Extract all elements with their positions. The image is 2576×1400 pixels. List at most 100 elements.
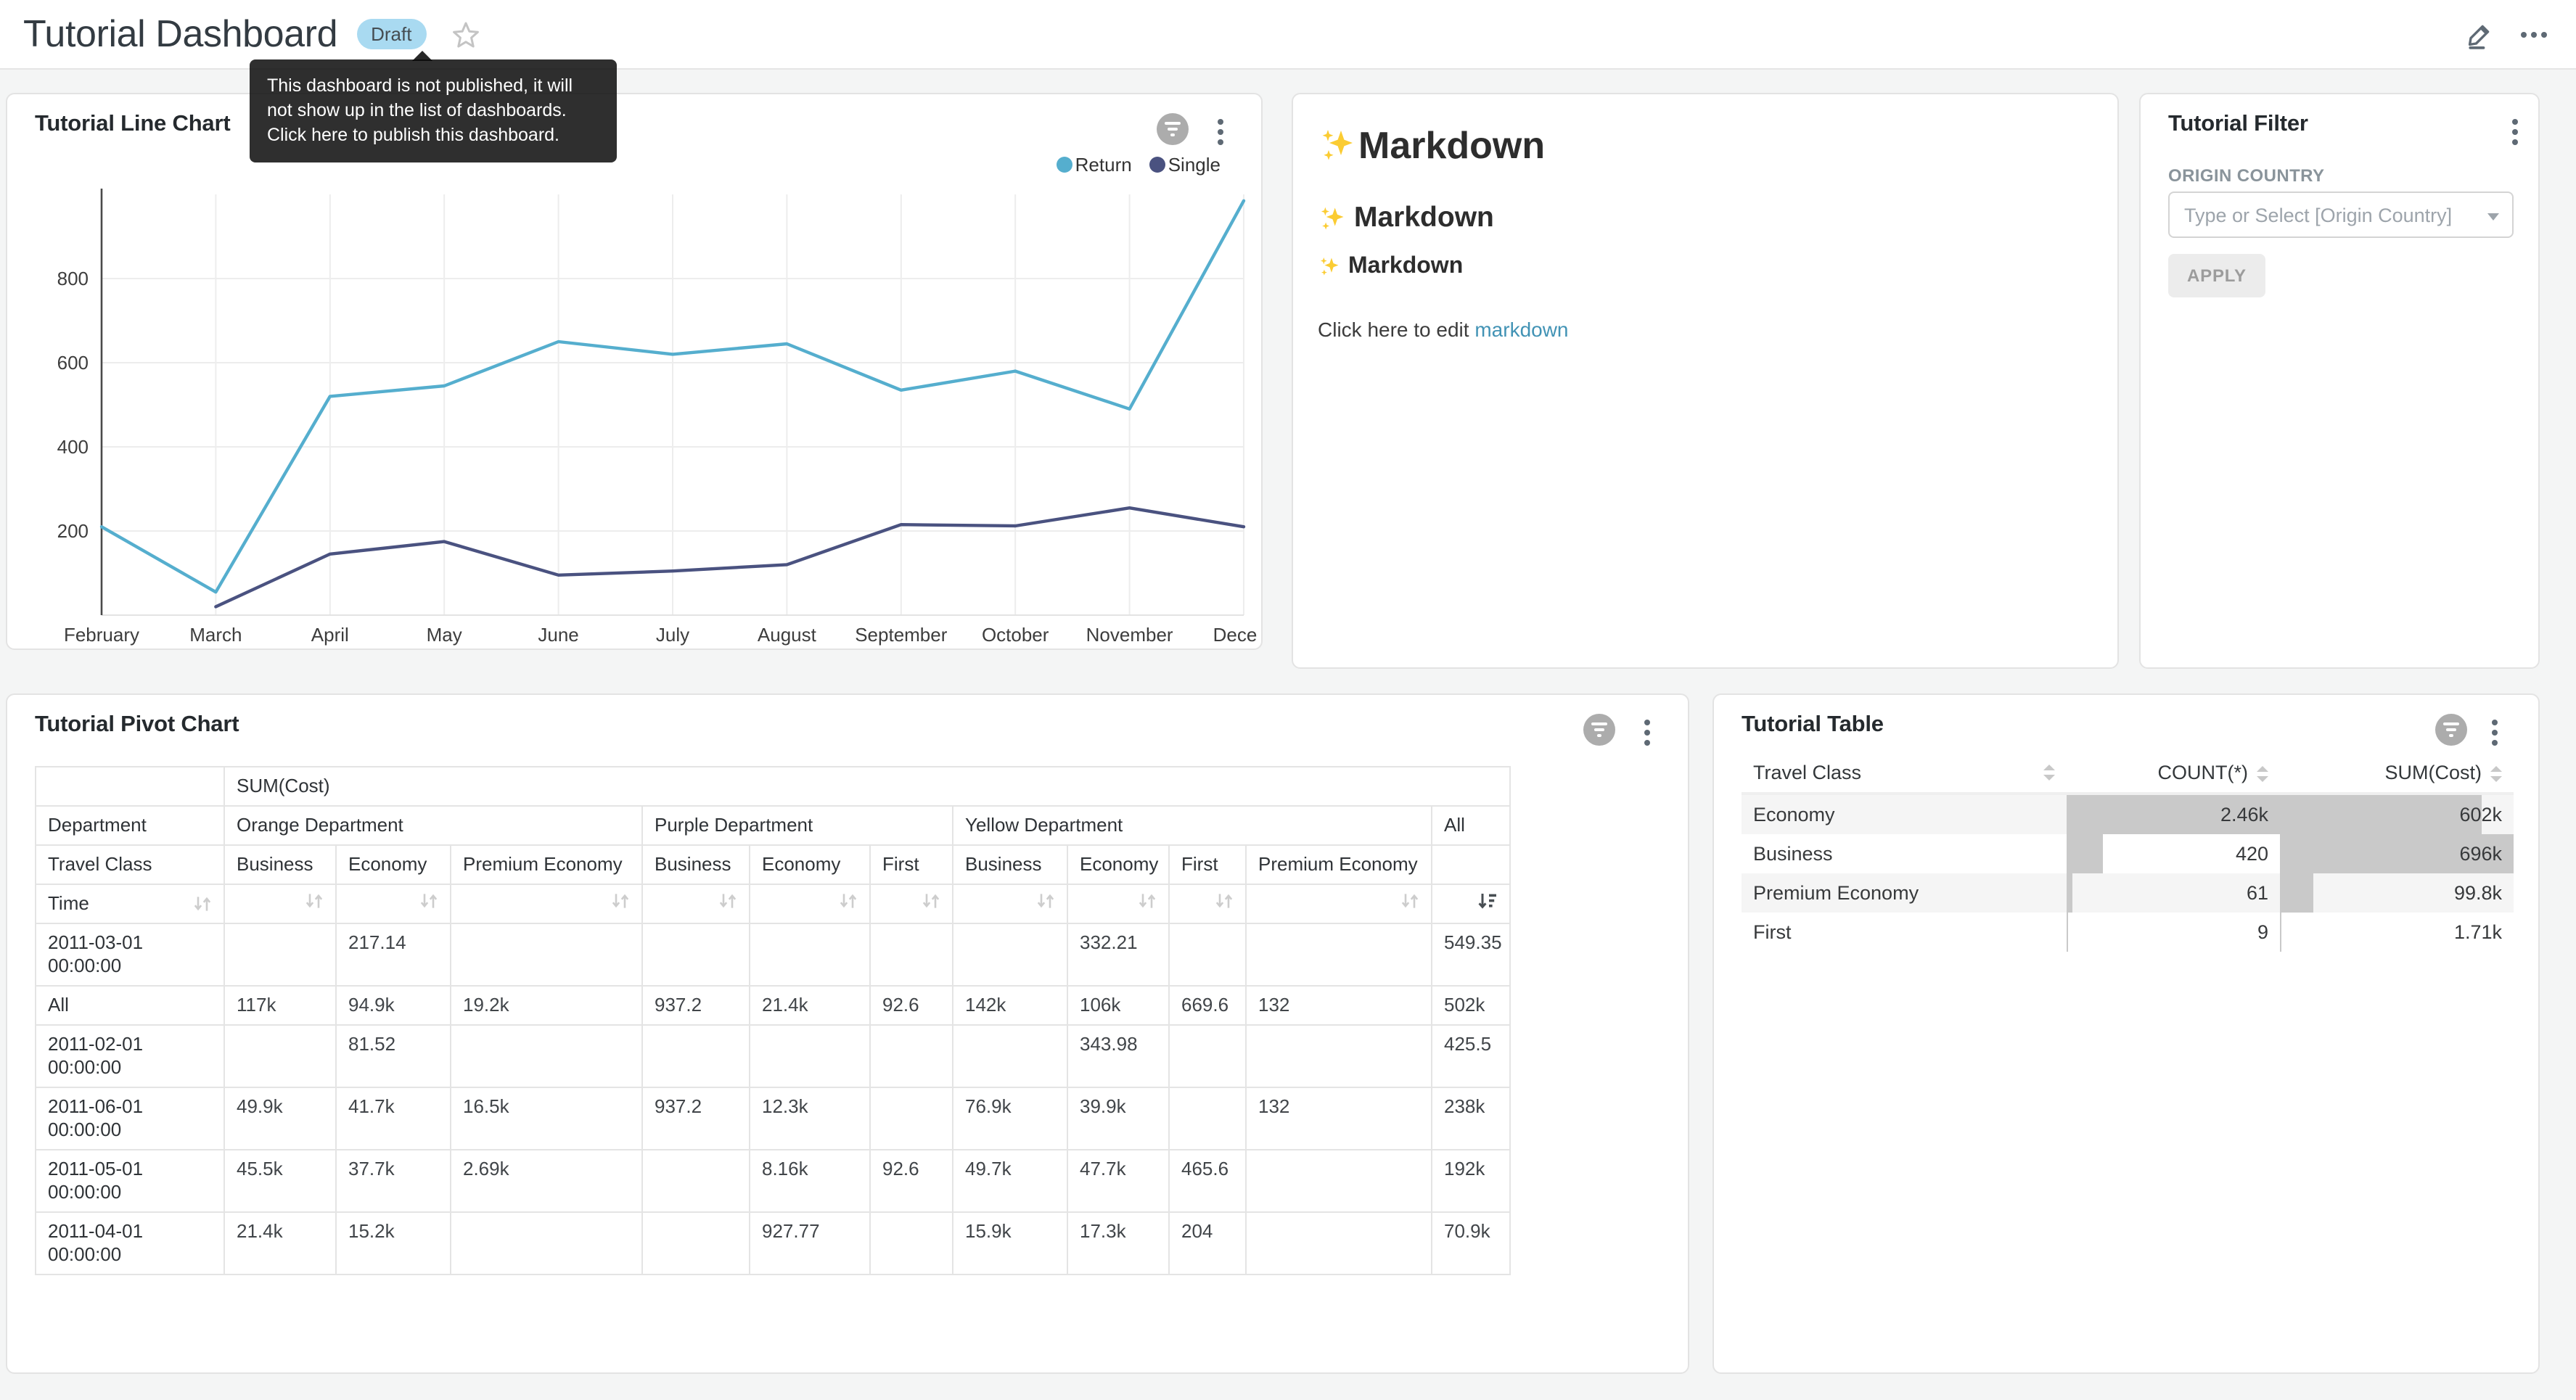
pivot-value-cell: 106k xyxy=(1067,986,1169,1025)
sort-icon[interactable] xyxy=(1036,892,1055,910)
x-tick-label: November xyxy=(1086,624,1173,646)
apply-button[interactable]: APPLY xyxy=(2168,254,2265,297)
filter-indicator-icon[interactable] xyxy=(2435,714,2467,746)
sort-icon[interactable] xyxy=(193,895,212,913)
sort-icon[interactable] xyxy=(305,892,324,910)
pivot-value-cell: 204 xyxy=(1169,1212,1246,1275)
sort-carets-icon[interactable] xyxy=(2257,766,2268,781)
sort-icon[interactable] xyxy=(611,892,630,910)
pivot-column-header xyxy=(1432,845,1510,884)
series-line-single xyxy=(216,508,1244,606)
favorite-star-icon[interactable] xyxy=(451,20,480,49)
kebab-menu-icon[interactable] xyxy=(2489,717,2501,749)
sum-cost-cell: 602k xyxy=(2280,794,2514,834)
pivot-value-cell: 465.6 xyxy=(1169,1150,1246,1212)
ellipsis-horizontal-icon[interactable] xyxy=(2512,13,2556,57)
table-row: Business420696k xyxy=(1742,834,2514,873)
pivot-column-header: Business xyxy=(953,845,1067,884)
pivot-value-cell: 15.2k xyxy=(336,1212,451,1275)
pivot-column-header: Premium Economy xyxy=(1246,845,1432,884)
pivot-corner-cell xyxy=(36,767,224,806)
filter-indicator-icon[interactable] xyxy=(1583,714,1615,746)
pivot-row-label: 2011-06-0100:00:00 xyxy=(36,1087,224,1150)
pivot-time-header: Time xyxy=(36,884,224,923)
pivot-sort-cell xyxy=(1169,884,1246,923)
sum-data-bar xyxy=(2280,873,2313,913)
x-tick-label: August xyxy=(758,624,817,646)
pivot-value-cell: 217.14 xyxy=(336,923,451,986)
sort-carets-icon[interactable] xyxy=(2490,766,2502,781)
pivot-column-header: Business xyxy=(642,845,750,884)
pivot-chart-title: Tutorial Pivot Chart xyxy=(35,712,239,738)
table-row: Economy2.46k602k xyxy=(1742,794,2514,834)
header-actions xyxy=(2457,0,2576,70)
column-header-label: COUNT(*) xyxy=(2158,762,2249,783)
sort-descending-icon[interactable] xyxy=(1477,892,1498,910)
pivot-sort-cell xyxy=(224,884,336,923)
pivot-row-label: 2011-05-0100:00:00 xyxy=(36,1150,224,1212)
column-header-count[interactable]: COUNT(*) xyxy=(2067,753,2280,794)
pivot-value-cell: 49.7k xyxy=(953,1150,1067,1212)
kebab-menu-icon[interactable] xyxy=(1641,717,1653,749)
x-tick-label: Dece xyxy=(1213,624,1258,646)
column-header-travel-class[interactable]: Travel Class xyxy=(1742,753,2067,794)
table-row: 2011-04-0100:00:0021.4k15.2k927.7715.9k1… xyxy=(36,1212,1510,1275)
pivot-value-cell: 937.2 xyxy=(642,1087,750,1150)
x-tick-label: June xyxy=(538,624,578,646)
travel-class-cell: First xyxy=(1742,913,2067,952)
table-row: All117k94.9k19.2k937.221.4k92.6142k106k6… xyxy=(36,986,1510,1025)
sort-carets-icon[interactable] xyxy=(2043,765,2055,781)
x-tick-label: July xyxy=(656,624,689,646)
sort-icon[interactable] xyxy=(718,892,737,910)
pivot-column-header: Business xyxy=(224,845,336,884)
pivot-value-cell xyxy=(451,923,642,986)
sort-icon[interactable] xyxy=(419,892,438,910)
pivot-group-header: Yellow Department xyxy=(953,806,1432,845)
pivot-table-grid: SUM(Cost)DepartmentOrange DepartmentPurp… xyxy=(35,766,1511,1275)
pivot-value-cell: 21.4k xyxy=(224,1212,336,1275)
count-cell: 9 xyxy=(2067,913,2280,952)
pivot-value-cell xyxy=(451,1025,642,1087)
pivot-value-cell: 238k xyxy=(1432,1087,1510,1150)
pencil-icon[interactable] xyxy=(2457,13,2501,57)
pivot-value-cell xyxy=(1246,1212,1432,1275)
pivot-row-label: All xyxy=(36,986,224,1025)
origin-country-select[interactable]: Type or Select [Origin Country] xyxy=(2168,192,2514,238)
table-row: First91.71k xyxy=(1742,913,2514,952)
sparkles-icon xyxy=(1318,126,1357,165)
select-placeholder: Type or Select [Origin Country] xyxy=(2184,204,2452,226)
x-tick-label: April xyxy=(311,624,349,646)
y-tick-label: 400 xyxy=(57,436,89,458)
pivot-column-header: Economy xyxy=(1067,845,1169,884)
pivot-value-cell: 41.7k xyxy=(336,1087,451,1150)
pivot-sort-cell xyxy=(451,884,642,923)
column-header-sum-cost[interactable]: SUM(Cost) xyxy=(2280,753,2514,794)
dashboard-page: Tutorial Dashboard Draft This dashboard … xyxy=(0,0,2576,1400)
tooltip-arrow xyxy=(412,51,432,61)
sort-icon[interactable] xyxy=(839,892,858,910)
pivot-value-cell: 192k xyxy=(1432,1150,1510,1212)
pivot-row-label: 2011-02-0100:00:00 xyxy=(36,1025,224,1087)
sort-icon[interactable] xyxy=(1215,892,1234,910)
pivot-value-cell: 8.16k xyxy=(750,1150,870,1212)
sort-icon[interactable] xyxy=(1138,892,1157,910)
tutorial-table-grid: Travel Class COUNT(*) SUM(Cost)Economy2.46… xyxy=(1742,753,2514,952)
kebab-menu-icon[interactable] xyxy=(2509,116,2521,148)
travel-class-cell: Economy xyxy=(1742,794,2067,834)
pivot-sort-cell xyxy=(953,884,1067,923)
pivot-value-cell xyxy=(642,1150,750,1212)
pivot-value-cell xyxy=(1169,1087,1246,1150)
draft-badge[interactable]: Draft xyxy=(356,19,426,49)
count-cell: 420 xyxy=(2067,834,2280,873)
pivot-value-cell: 92.6 xyxy=(870,1150,953,1212)
pivot-value-cell: 132 xyxy=(1246,1087,1432,1150)
pivot-column-header: First xyxy=(870,845,953,884)
sort-icon[interactable] xyxy=(1400,892,1419,910)
table-row: 2011-02-0100:00:0081.52343.98425.5 xyxy=(36,1025,1510,1087)
x-tick-label: March xyxy=(189,624,242,646)
edit-markdown-link[interactable]: markdown xyxy=(1474,318,1568,341)
pivot-value-cell: 94.9k xyxy=(336,986,451,1025)
sum-cost-cell: 99.8k xyxy=(2280,873,2514,913)
pivot-department-label: Department xyxy=(36,806,224,845)
sort-icon[interactable] xyxy=(922,892,940,910)
